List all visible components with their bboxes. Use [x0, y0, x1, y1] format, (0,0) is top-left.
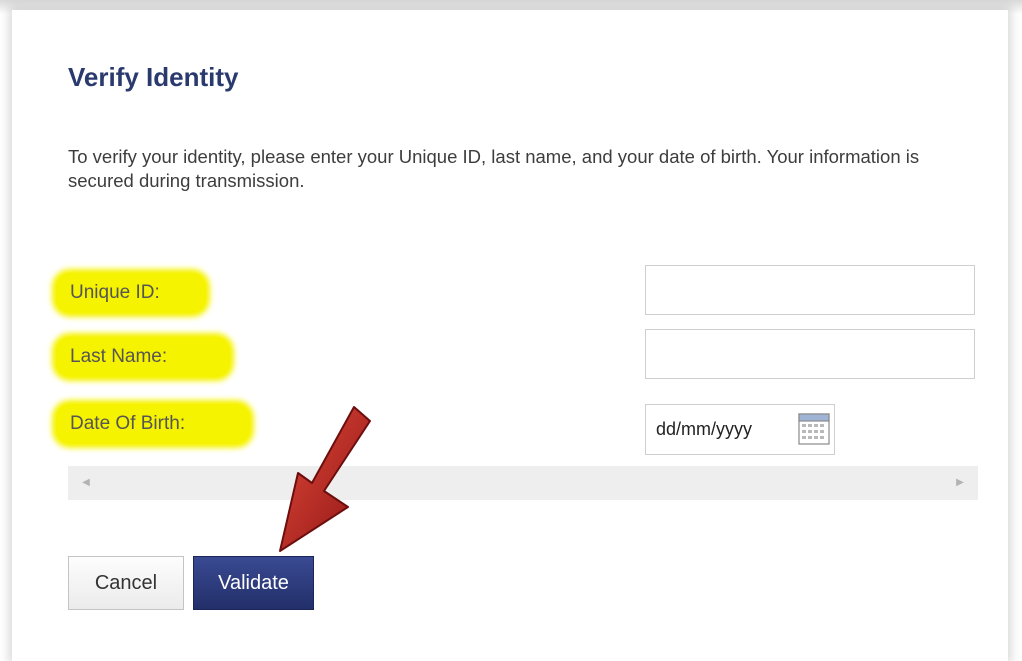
date-of-birth-input[interactable]: dd/mm/yyyy [645, 404, 835, 455]
date-of-birth-label: Date Of Birth: [56, 404, 250, 444]
scroll-right-icon[interactable]: ▶ [950, 466, 970, 500]
last-name-label: Last Name: [56, 337, 230, 377]
unique-id-input[interactable] [645, 265, 975, 315]
calendar-icon[interactable] [798, 413, 830, 445]
date-placeholder: dd/mm/yyyy [656, 419, 753, 439]
red-arrow-icon [279, 406, 371, 552]
unique-id-label: Unique ID: [56, 273, 206, 313]
instructions-text: To verify your identity, please enter yo… [68, 146, 920, 191]
last-name-input[interactable] [645, 329, 975, 379]
page-title: Verify Identity [68, 62, 239, 92]
cancel-button[interactable]: Cancel [68, 556, 184, 610]
validate-button[interactable]: Validate [193, 556, 314, 610]
horizontal-scrollbar[interactable]: ◀ ▶ [68, 466, 978, 500]
scroll-left-icon[interactable]: ◀ [76, 466, 96, 500]
